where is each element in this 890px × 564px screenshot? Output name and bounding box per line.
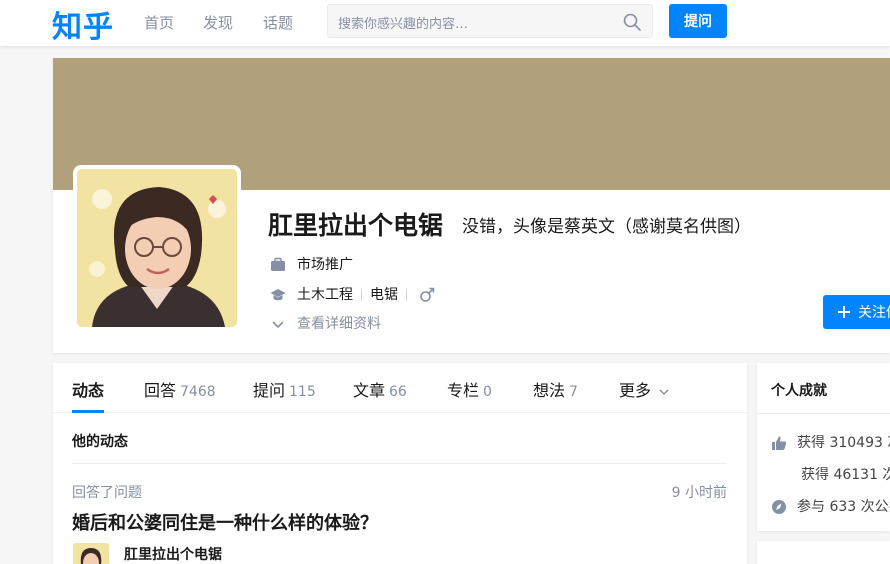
education-extra: 电锯 (370, 287, 398, 303)
achievements-divider (757, 413, 890, 414)
edits-text: 参与 633 次公共编辑 (797, 499, 890, 515)
nav-explore[interactable]: 发现 (203, 12, 233, 33)
achievements-title: 个人成就 (771, 383, 827, 399)
edits-row: 参与 633 次公共编辑 (771, 496, 890, 516)
thumbs-up-icon (772, 436, 787, 450)
profile-name: 肛里拉出个电锯 (268, 211, 444, 240)
chevron-down-icon (272, 321, 284, 329)
briefcase-icon (271, 257, 285, 271)
achievements-card: 个人成就 获得 310493 次赞同 获得 46131 次感谢 参与 633 次… (757, 363, 890, 531)
profile-feed-card: 动态 回答 7468 提问 115 文章 66 专栏 0 想法 7 更多 他的动态 回答了… (53, 363, 747, 564)
education-row: 土木工程 电锯 (270, 284, 435, 304)
likes-row: 获得 310493 次赞同 (771, 432, 890, 452)
tab-columns[interactable]: 专栏 0 (447, 377, 492, 401)
activity-type: 回答了问题 (72, 485, 142, 501)
tab-articles[interactable]: 文章 66 (353, 377, 407, 401)
tab-answers[interactable]: 回答 7468 (144, 377, 216, 401)
nav-topics[interactable]: 话题 (263, 12, 293, 33)
search-input[interactable]: 搜索你感兴趣的内容… (327, 4, 653, 38)
side-card-secondary (757, 541, 890, 564)
view-details-link[interactable]: 查看详细资料 (270, 313, 381, 333)
view-details-text[interactable]: 查看详细资料 (297, 316, 381, 332)
tab-questions[interactable]: 提问 115 (253, 377, 316, 401)
occupation-row: 市场推广 (270, 254, 353, 274)
feed-section-title: 他的动态 (72, 434, 128, 450)
info-divider (406, 289, 407, 301)
search-placeholder: 搜索你感兴趣的内容… (338, 17, 469, 32)
edit-compass-icon (772, 500, 786, 514)
tab-activity[interactable]: 动态 (72, 377, 104, 401)
occupation-text: 市场推广 (297, 257, 353, 273)
likes-text: 获得 310493 次赞同 (797, 435, 890, 451)
profile-header-card: 肛里拉出个电锯 没错，头像是蔡英文（感谢莫名供图） 市场推广 土木工程 电锯 查看… (53, 58, 890, 353)
activity-time: 9 小时前 (671, 485, 727, 501)
follow-label: 关注他 (858, 305, 890, 321)
profile-headline: 没错，头像是蔡英文（感谢莫名供图） (462, 217, 751, 237)
author-avatar[interactable] (73, 543, 109, 564)
search-icon[interactable] (622, 12, 642, 32)
ask-question-button[interactable]: 提问 (669, 4, 727, 38)
thanks-text: 获得 46131 次感谢 (801, 467, 890, 483)
author-name[interactable]: 肛里拉出个电锯 (124, 544, 222, 564)
info-divider (361, 289, 362, 301)
thanks-row: 获得 46131 次感谢 (801, 464, 890, 484)
active-tab-indicator (72, 410, 104, 413)
tab-more[interactable]: 更多 (619, 377, 670, 401)
male-icon (420, 287, 435, 302)
chevron-down-icon (659, 389, 669, 395)
profile-tabs: 动态 回答 7468 提问 115 文章 66 专栏 0 想法 7 更多 (53, 363, 747, 413)
education-major: 土木工程 (297, 287, 353, 303)
graduation-cap-icon (270, 289, 286, 301)
zhihu-logo[interactable]: 知乎 (52, 2, 114, 46)
tab-thoughts[interactable]: 想法 7 (533, 377, 578, 401)
follow-button[interactable]: 关注他 (823, 295, 890, 329)
plus-icon (838, 306, 850, 318)
nav-home[interactable]: 首页 (144, 12, 174, 33)
top-navigation-bar: 知乎 首页 发现 话题 搜索你感兴趣的内容… 提问 (0, 0, 890, 46)
feed-divider (72, 463, 727, 464)
profile-avatar[interactable] (73, 165, 241, 331)
question-title-link[interactable]: 婚后和公婆同住是一种什么样的体验？ (72, 509, 378, 535)
